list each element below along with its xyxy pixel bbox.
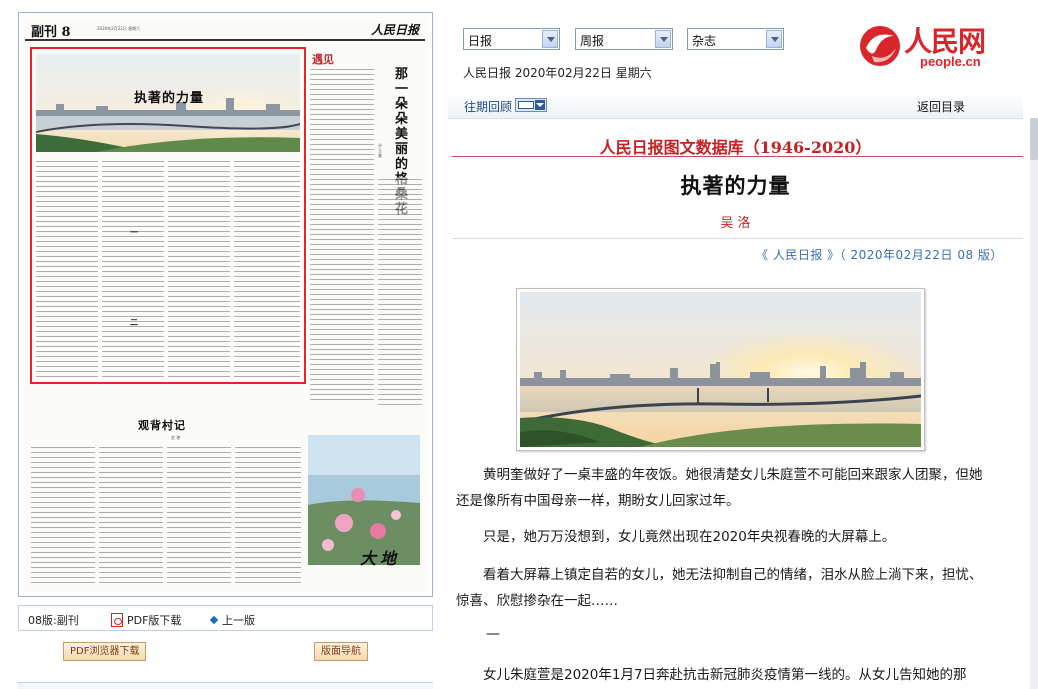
section-number: 二 xyxy=(130,317,138,327)
supplement-title: 大地 xyxy=(360,549,401,568)
text-column xyxy=(235,445,301,585)
pdf-icon xyxy=(111,613,123,627)
pdf-download-link[interactable]: PDF版下载 xyxy=(111,612,181,628)
chevron-down-icon xyxy=(535,100,545,110)
photo-headline: 执著的力量 xyxy=(134,91,205,106)
column-tag: 遇见 xyxy=(312,53,334,66)
page-nav-button[interactable]: 版面导航 xyxy=(314,642,368,661)
article-paragraph: 女儿朱庭萱是2020年1月7日奔赴抗击新冠肺炎疫情第一线的。从女儿告知她的那 xyxy=(483,667,967,683)
diamond-bullet-icon xyxy=(209,615,219,625)
prev-page-label: 上一版 xyxy=(222,614,255,627)
divider xyxy=(452,156,1023,157)
calendar-icon xyxy=(518,101,534,109)
chevron-down-icon xyxy=(655,30,671,48)
lower-article-byline: 史 艳 xyxy=(171,435,181,440)
weekly-select[interactable]: 周报 xyxy=(575,28,673,50)
weekly-select-value: 周报 xyxy=(580,34,605,48)
page-date-small: 2020年2月22日 星期六 xyxy=(97,26,141,31)
article-source-link[interactable]: 《 人民日报 》（ 2020年02月22日 08 版） xyxy=(756,246,1003,263)
section-dash: — xyxy=(486,626,500,642)
daily-select[interactable]: 日报 xyxy=(463,28,560,50)
magazine-select-value: 杂志 xyxy=(692,34,717,48)
section-number: 一 xyxy=(130,227,138,237)
text-column xyxy=(31,445,95,585)
newspaper-page-frame: 副刊 8 2020年2月22日 星期六 人民日报 执著的力量 一 二 遇见 那一… xyxy=(18,12,433,597)
calendar-dropdown-button[interactable] xyxy=(515,98,547,112)
current-issue-date: 人民日报 2020年02月22日 星期六 xyxy=(463,66,652,80)
article-author: 吴 洛 xyxy=(720,216,751,231)
text-column xyxy=(99,445,163,585)
side-article-byline: 孙 玉 美 xyxy=(378,143,382,158)
text-column xyxy=(36,159,98,381)
logo-url: people.cn xyxy=(920,54,981,69)
page-section-name: 08版:副刊 xyxy=(28,614,79,627)
page-section-label: 副刊 8 xyxy=(31,25,71,40)
scrollbar-track[interactable] xyxy=(1030,118,1038,689)
text-column xyxy=(310,67,374,402)
back-to-contents-link[interactable]: 返回目录 xyxy=(917,98,965,115)
masthead-logo: 人民日报 xyxy=(370,23,419,37)
chevron-down-icon xyxy=(766,30,782,48)
scrollbar-thumb[interactable] xyxy=(1030,118,1038,160)
text-column xyxy=(234,159,300,381)
article-paragraph: 黄明奎做好了一桌丰盛的年夜饭。她很清楚女儿朱庭萱不可能回来跟家人团聚，但她还是像… xyxy=(456,467,983,509)
newspaper-page-image[interactable]: 副刊 8 2020年2月22日 星期六 人民日报 执著的力量 一 二 遇见 那一… xyxy=(23,17,428,592)
people-cn-logo[interactable]: 人民网 people.cn xyxy=(856,22,996,72)
article-paragraph: 只是，她万万没想到，女儿竟然出现在2020年央视春晚的大屏幕上。 xyxy=(483,529,896,545)
article-photo-thumbnail: 执著的力量 xyxy=(36,54,300,152)
masthead: 副刊 8 2020年2月22日 星期六 人民日报 xyxy=(25,19,425,41)
article-paragraph: 看着大屏幕上镇定自若的女儿，她无法抑制自己的情绪，泪水从脸上淌下来，担忧、惊喜、… xyxy=(456,567,983,609)
article-title: 执著的力量 xyxy=(680,174,791,198)
text-column xyxy=(167,445,231,585)
text-column xyxy=(378,177,422,407)
text-column xyxy=(102,159,164,381)
page-info-bar: 08版:副刊 PDF版下载 上一版 xyxy=(18,605,433,631)
logo-swirl-icon xyxy=(860,26,900,66)
chevron-down-icon xyxy=(542,30,558,48)
database-title: 人民日报图文数据库（1946-2020） xyxy=(599,138,872,157)
daily-select-value: 日报 xyxy=(468,34,493,48)
pdf-reader-download-button[interactable]: PDF浏览器下载 xyxy=(63,642,147,661)
lower-article-title[interactable]: 观背村记 xyxy=(138,417,186,433)
past-issues-label: 往期回顾 xyxy=(464,100,513,114)
text-column xyxy=(168,159,230,381)
article-photo xyxy=(516,288,925,451)
highlighted-article-box[interactable]: 执著的力量 一 二 xyxy=(30,47,306,384)
divider xyxy=(452,238,1023,239)
pdf-download-label: PDF版下载 xyxy=(127,614,182,627)
bottom-strip xyxy=(18,682,433,689)
prev-page-link[interactable]: 上一版 xyxy=(209,612,255,628)
magazine-select[interactable]: 杂志 xyxy=(687,28,784,50)
